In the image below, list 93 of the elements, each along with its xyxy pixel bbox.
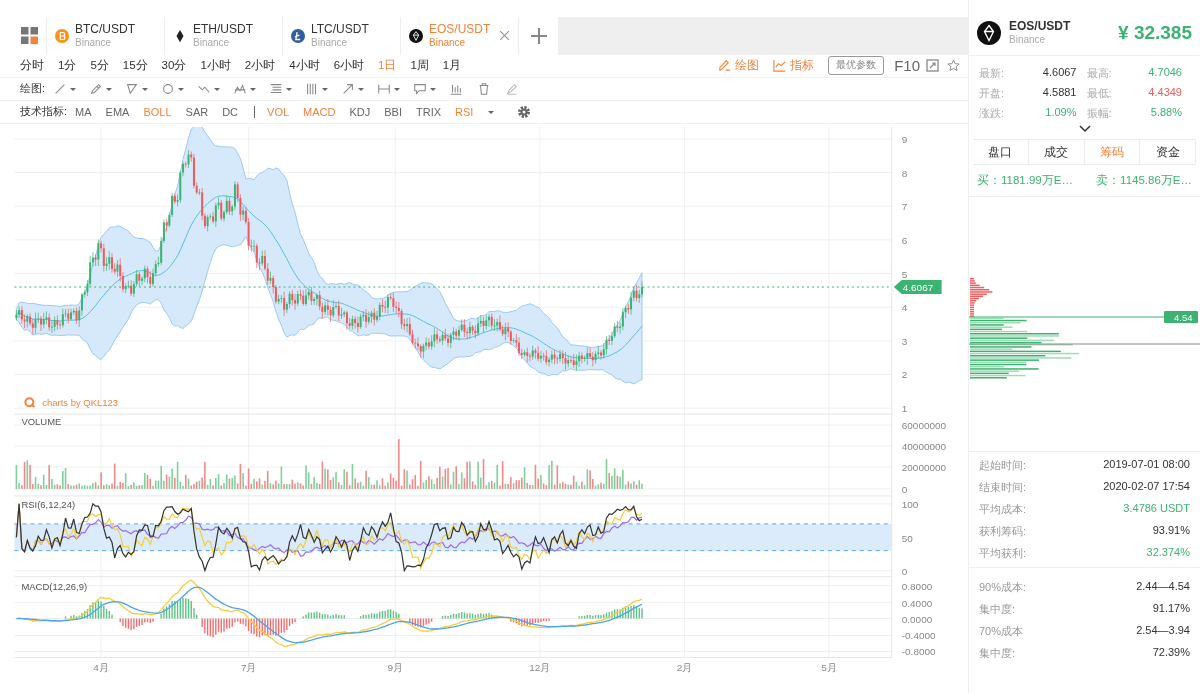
- indicator-toggle[interactable]: SAR: [185, 105, 209, 118]
- exchange-name: Binance: [1009, 33, 1047, 47]
- stat-label: 集中度:: [979, 646, 1017, 661]
- period-tab[interactable]: 5分: [90, 58, 116, 74]
- stat-value: 2020-02-07 17:54: [1103, 480, 1190, 494]
- axis-label: 9: [901, 133, 908, 145]
- pane-title: MACD(12,26,9): [21, 580, 88, 592]
- axis-label: 4: [901, 301, 908, 313]
- pane-title: VOLUME: [21, 415, 62, 427]
- stat-label: 结束时间:: [979, 480, 1028, 495]
- axis-label: 8: [901, 167, 908, 179]
- symbol-tab[interactable]: ETH/USDT Binance: [164, 17, 282, 55]
- axis-label: 100: [901, 498, 919, 510]
- period-tab[interactable]: 15分: [122, 58, 155, 74]
- indicator-toggle[interactable]: KDJ: [349, 105, 371, 118]
- indicator-toggle[interactable]: EMA: [105, 105, 130, 118]
- price-tag: 4.54: [1164, 311, 1198, 323]
- stat-value: 5.88%: [1149, 106, 1183, 120]
- stat-value: 4.4349: [1147, 86, 1183, 100]
- stat-label: 90%成本:: [979, 580, 1028, 595]
- axis-label: 7月: [240, 662, 257, 674]
- stat-value: 91.17%: [1151, 602, 1190, 616]
- axis-label: 4月: [93, 662, 109, 674]
- axis-label: 0: [901, 483, 908, 495]
- stat-value: 2.44—4.54: [1136, 580, 1190, 594]
- axis-label: 5: [901, 268, 908, 280]
- indicator-toggle[interactable]: DC: [222, 105, 239, 118]
- stat-label: 70%成本: [979, 624, 1025, 639]
- price-tag: 4.6067: [893, 279, 942, 294]
- axis-label: 1: [901, 402, 908, 414]
- stat-value: 93.91%: [1151, 524, 1190, 538]
- axis-label: -0.4000: [901, 630, 936, 642]
- period-tab[interactable]: 分时: [20, 58, 51, 74]
- period-tab[interactable]: 1月: [442, 58, 469, 74]
- stat-label: 平均获利:: [979, 546, 1028, 561]
- indicator-toggle[interactable]: BBI: [384, 105, 402, 118]
- axis-label: 3: [901, 335, 908, 347]
- axis-label: 0: [901, 565, 908, 577]
- axis-label: 40000000: [901, 440, 947, 452]
- period-tab[interactable]: 4小时: [289, 58, 327, 74]
- stat-label: 涨跌:: [979, 106, 1006, 121]
- period-tab[interactable]: 6小时: [333, 58, 372, 74]
- symbol-tab[interactable]: LTC/USDT Binance: [282, 17, 400, 55]
- axis-label: 20000000: [901, 461, 947, 473]
- symbol-name: EOS/USDT: [1009, 19, 1072, 33]
- symbol-tab[interactable]: BTC/USDT Binance: [46, 17, 164, 55]
- sell-volume: 卖：1145.86万E…: [1096, 173, 1192, 188]
- stat-label: 获利筹码:: [979, 524, 1028, 539]
- stat-value: 32.374%: [1145, 546, 1190, 560]
- axis-label: 0.8000: [901, 580, 933, 592]
- chart-credit: charts by QKL123: [42, 396, 119, 408]
- stat-value: 4.6067: [1041, 66, 1078, 80]
- stat-label: 开盘:: [979, 86, 1006, 101]
- current-price: ¥ 32.385: [1118, 22, 1192, 44]
- toolbar-label: 技术指标:: [20, 104, 68, 120]
- buy-volume: 买：1181.99万E…: [977, 173, 1073, 188]
- pane-title: RSI(6,12,24): [21, 498, 76, 510]
- period-tab[interactable]: 1分: [58, 58, 84, 74]
- f10-button[interactable]: F10: [894, 57, 920, 75]
- period-tab[interactable]: 2小时: [244, 58, 283, 74]
- stat-value: 2.54—3.94: [1136, 624, 1190, 638]
- stat-label: 最低:: [1086, 86, 1113, 101]
- axis-label: 0.0000: [901, 613, 933, 625]
- stat-label: 平均成本:: [979, 502, 1028, 517]
- period-tab[interactable]: 1周: [410, 58, 436, 74]
- axis-label: 2月: [676, 662, 693, 674]
- period-tab[interactable]: 1小时: [200, 58, 238, 74]
- period-tab[interactable]: 30分: [161, 58, 194, 74]
- indicator-toggle[interactable]: TRIX: [416, 105, 442, 118]
- axis-label: 12月: [529, 662, 551, 674]
- stat-label: 起始时间:: [979, 458, 1028, 473]
- indicator-toggle[interactable]: MA: [75, 105, 92, 118]
- stat-label: 最新:: [979, 66, 1006, 81]
- stat-label: 振幅:: [1086, 106, 1113, 121]
- stat-label: 集中度:: [979, 602, 1017, 617]
- axis-label: 5月: [821, 662, 837, 674]
- axis-label: 60000000: [901, 419, 947, 431]
- toolbar-label: 绘图:: [20, 81, 46, 97]
- optimal-params-button[interactable]: 最优参数: [828, 56, 885, 76]
- stat-value: 2019-07-01 08:00: [1103, 458, 1190, 472]
- axis-label: -0.8000: [901, 646, 936, 658]
- stat-value: 4.5881: [1041, 86, 1078, 100]
- axis-label: 0.4000: [901, 597, 933, 609]
- axis-label: 50: [901, 532, 913, 544]
- stat-value: 1.09%: [1044, 106, 1078, 120]
- axis-label: 9月: [387, 662, 404, 674]
- axis-label: 2: [901, 369, 908, 381]
- stat-value: 72.39%: [1151, 646, 1190, 660]
- axis-label: 7: [901, 200, 908, 212]
- axis-label: 6: [901, 234, 908, 246]
- stat-value: 3.4786 USDT: [1122, 502, 1190, 516]
- stat-label: 最高:: [1086, 66, 1113, 81]
- stat-value: 4.7046: [1147, 66, 1183, 80]
